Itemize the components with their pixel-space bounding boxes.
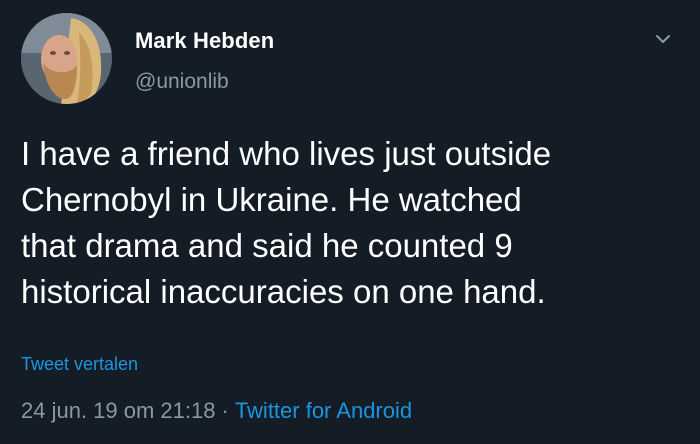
meta-separator: ·	[221, 398, 229, 423]
avatar-image	[21, 13, 112, 104]
author-name[interactable]: Mark Hebden	[135, 28, 274, 54]
chevron-down-icon[interactable]	[652, 28, 674, 50]
tweet-timestamp[interactable]: 24 jun. 19 om 21:18	[21, 398, 215, 423]
translate-tweet-link[interactable]: Tweet vertalen	[21, 354, 138, 375]
author-avatar[interactable]	[21, 13, 112, 104]
tweet-source-link[interactable]: Twitter for Android	[235, 398, 412, 423]
tweet-card: Mark Hebden @unionlib I have a friend wh…	[0, 0, 700, 444]
tweet-text: I have a friend who lives just outside C…	[21, 135, 552, 310]
author-handle[interactable]: @unionlib	[135, 70, 229, 94]
tweet-meta: 24 jun. 19 om 21:18 · Twitter for Android	[21, 398, 412, 424]
